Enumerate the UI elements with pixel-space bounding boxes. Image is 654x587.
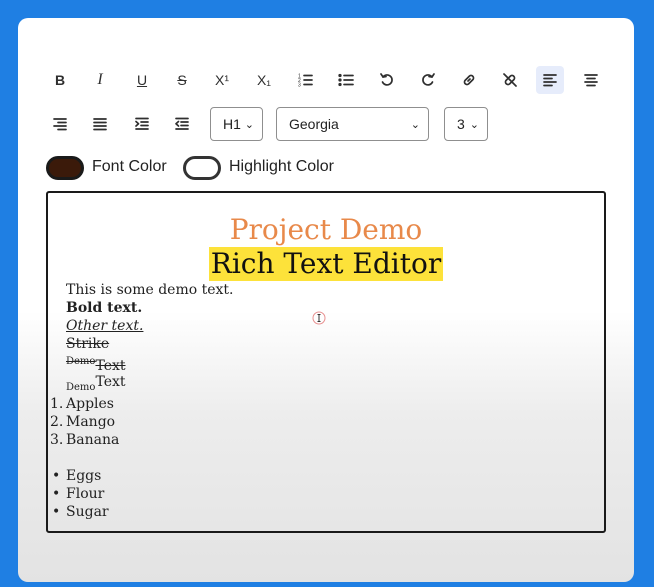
superscript-button[interactable]: X¹ — [208, 66, 236, 94]
ordered-list-icon: 1 2 3 — [298, 74, 313, 89]
unlink-icon — [503, 73, 517, 87]
font-family-select[interactable]: Georgia ⌄ — [276, 107, 429, 141]
align-right-button[interactable] — [46, 110, 74, 138]
list-item: Flour — [66, 486, 105, 502]
link-button[interactable] — [455, 66, 483, 94]
ordered-list-marker: 1. — [50, 396, 64, 412]
ordered-list-button[interactable]: 1 2 3 — [291, 66, 319, 94]
underline-icon: U — [136, 72, 148, 88]
align-right-icon — [53, 118, 67, 131]
font-color-swatch[interactable] — [46, 156, 84, 180]
outdent-icon — [175, 117, 189, 130]
redo-button[interactable] — [414, 66, 442, 94]
subscript-line: DemoText — [66, 373, 126, 397]
outdent-button[interactable] — [168, 110, 196, 138]
superscript-base: Demo — [66, 356, 96, 367]
strikethrough-icon: S — [177, 72, 187, 88]
chevron-down-icon: ⌄ — [410, 118, 420, 131]
editor-card: B I U S X¹ X₁ 1 2 3 H1 ⌄ Georgia ⌄ 3 ⌄ F… — [18, 18, 634, 582]
list-item: Mango — [66, 414, 116, 430]
superscript-text: Text — [95, 358, 126, 374]
italic-icon: I — [97, 71, 103, 88]
font-size-select[interactable]: 3 ⌄ — [444, 107, 488, 141]
list-item: Apples — [66, 396, 114, 412]
indent-icon — [135, 117, 149, 130]
heading-select-value: H1 — [223, 116, 241, 132]
ordered-list-marker: 3. — [50, 432, 64, 448]
bold-button[interactable]: B — [46, 66, 74, 94]
chevron-down-icon: ⌄ — [244, 118, 254, 131]
align-left-icon — [543, 74, 557, 87]
subscript-text: Text — [95, 374, 126, 390]
align-center-button[interactable] — [577, 66, 605, 94]
font-color-label: Font Color — [92, 158, 167, 175]
list-item: Banana — [66, 432, 120, 448]
indent-button[interactable] — [128, 110, 156, 138]
align-justify-icon — [93, 118, 107, 131]
link-icon — [463, 74, 475, 86]
plain-text-line: This is some demo text. — [66, 282, 234, 298]
list-item: Eggs — [66, 468, 102, 484]
font-family-select-value: Georgia — [289, 116, 339, 132]
italic-text-line: Other text. — [66, 318, 144, 334]
highlight-color-label: Highlight Color — [229, 158, 334, 175]
align-justify-button[interactable] — [86, 110, 114, 138]
bullet-marker: • — [52, 468, 61, 484]
heading-select[interactable]: H1 ⌄ — [210, 107, 263, 141]
editor-content-area[interactable]: Project Demo Rich Text Editor This is so… — [46, 191, 606, 533]
subscript-button[interactable]: X₁ — [250, 66, 278, 94]
align-left-button[interactable] — [536, 66, 564, 94]
subscript-icon: X₁ — [256, 72, 272, 88]
text-cursor-icon — [312, 311, 326, 325]
strikethrough-button[interactable]: S — [168, 66, 196, 94]
bullet-list-button[interactable] — [332, 66, 360, 94]
bullet-list-icon — [338, 73, 354, 87]
superscript-icon: X¹ — [215, 72, 229, 88]
font-size-select-value: 3 — [457, 116, 465, 132]
ordered-list-marker: 2. — [50, 414, 64, 430]
bold-icon: B — [54, 72, 66, 88]
underline-button[interactable]: U — [128, 66, 156, 94]
highlight-color-swatch[interactable] — [183, 156, 221, 180]
title-line-2-wrap: Rich Text Editor — [48, 247, 604, 281]
subscript-base: Demo — [66, 382, 96, 393]
bullet-marker: • — [52, 504, 61, 520]
title-line-1: Project Demo — [229, 213, 423, 246]
title-line-2: Rich Text Editor — [208, 247, 444, 281]
strike-text-line: Strike — [66, 336, 110, 352]
bullet-marker: • — [52, 486, 61, 502]
redo-icon — [422, 73, 435, 86]
undo-icon — [380, 73, 393, 86]
superscript-line: DemoText — [66, 353, 126, 375]
list-item: Sugar — [66, 504, 109, 520]
bold-text-line: Bold text. — [66, 300, 143, 316]
align-center-icon — [584, 74, 598, 87]
italic-button[interactable]: I — [86, 66, 114, 94]
svg-text:3: 3 — [298, 83, 301, 89]
undo-button[interactable] — [373, 66, 401, 94]
chevron-down-icon: ⌄ — [469, 118, 479, 131]
unlink-button[interactable] — [496, 66, 524, 94]
